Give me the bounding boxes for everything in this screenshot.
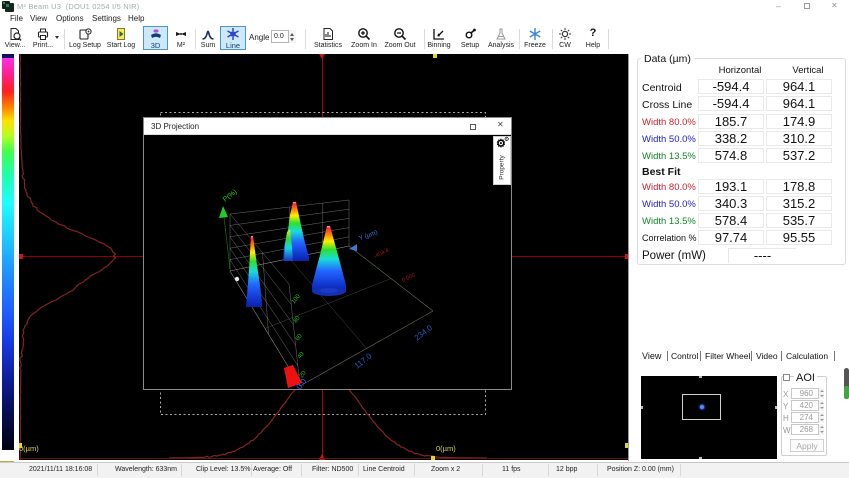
svg-text:P(%): P(%)	[222, 188, 239, 203]
svg-text:0.000: 0.000	[401, 273, 416, 284]
svg-text:100: 100	[291, 293, 302, 305]
svg-text:117.0: 117.0	[353, 351, 374, 370]
svg-text:Y (µm): Y (µm)	[358, 229, 379, 242]
svg-text:-404.4: -404.4	[373, 248, 390, 260]
svg-text:60: 60	[295, 333, 304, 342]
svg-text:80: 80	[293, 315, 302, 324]
svg-text:0(µm): 0(µm)	[19, 444, 39, 453]
svg-text:0(µm): 0(µm)	[436, 444, 456, 453]
svg-text:234.0: 234.0	[413, 323, 435, 343]
svg-text:40: 40	[297, 351, 306, 360]
